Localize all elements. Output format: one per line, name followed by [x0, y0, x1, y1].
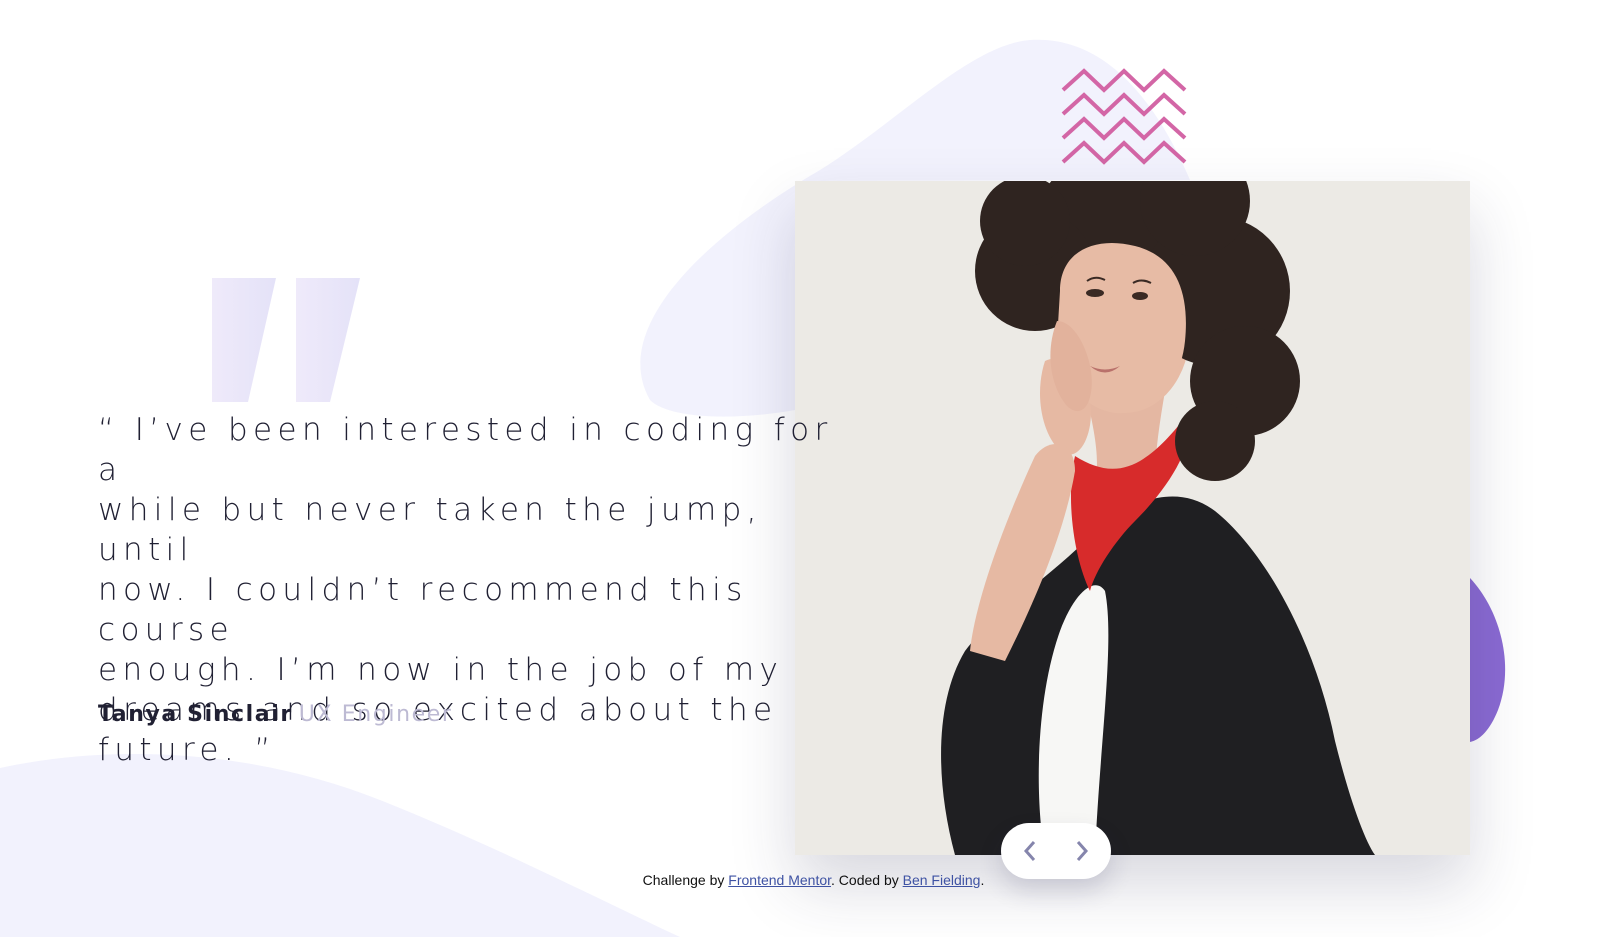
quote-line: now. I couldn’t recommend this course [98, 572, 748, 648]
attribution: Challenge by Frontend Mentor. Coded by B… [0, 872, 1597, 888]
chevron-right-icon [1076, 841, 1089, 861]
testimonial-author: Tanya Sinclair UX Engineer [98, 702, 453, 727]
portrait-image [795, 181, 1470, 855]
attribution-prefix: Challenge by [642, 872, 725, 888]
previous-button[interactable] [1016, 837, 1044, 865]
quote-line: “ I’ve been interested in coding for a [98, 412, 833, 488]
quote-line: while but never taken the jump, until [98, 492, 762, 568]
frontend-mentor-link[interactable]: Frontend Mentor [728, 872, 831, 888]
next-button[interactable] [1068, 837, 1096, 865]
attribution-middle: . Coded by [831, 872, 899, 888]
author-role: UX Engineer [298, 702, 453, 727]
purple-curve-shape [1470, 578, 1506, 742]
bottom-wave-shape [0, 754, 680, 937]
chevron-left-icon [1023, 841, 1036, 861]
quote-line: enough. I’m now in the job of my [98, 652, 784, 688]
attribution-suffix: . [980, 872, 985, 888]
profile-photo [795, 181, 1470, 855]
quote-icon [212, 278, 360, 402]
slider-navigation [1001, 823, 1111, 879]
testimonial-page: “ I’ve been interested in coding for a w… [0, 0, 1597, 937]
author-name: Tanya Sinclair [98, 702, 293, 727]
author-link[interactable]: Ben Fielding [903, 872, 981, 888]
quote-line: future. ” [98, 732, 276, 768]
zigzag-pattern-icon [1061, 68, 1187, 165]
